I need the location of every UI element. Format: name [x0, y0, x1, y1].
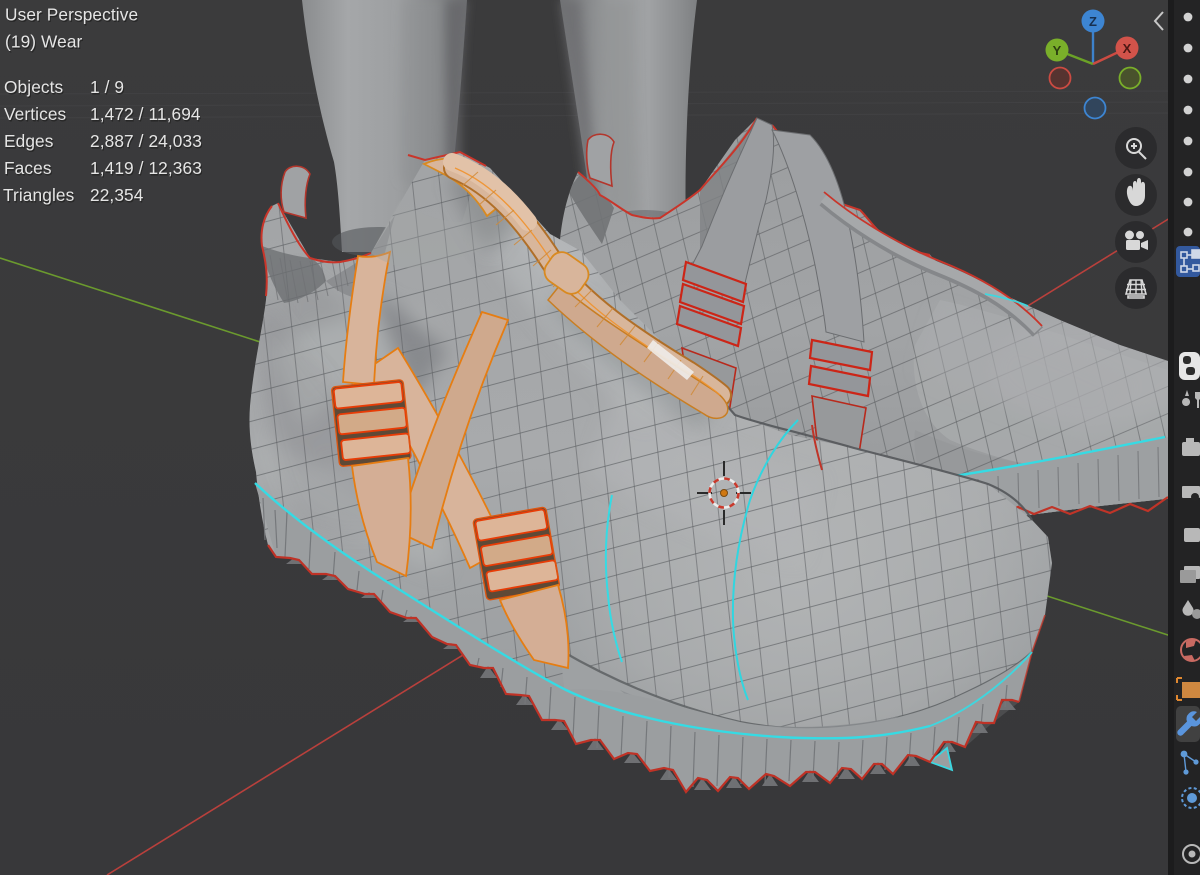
svg-text:Vertices: Vertices	[4, 104, 67, 124]
svg-text:Faces: Faces	[4, 158, 52, 178]
svg-text:Y: Y	[1053, 43, 1062, 58]
svg-text:2,887 / 24,033: 2,887 / 24,033	[90, 131, 202, 151]
svg-text:Edges: Edges	[4, 131, 54, 151]
svg-text:Triangles: Triangles	[3, 185, 75, 205]
svg-text:(19) Wear: (19) Wear	[5, 32, 83, 52]
svg-text:1,472 / 11,694: 1,472 / 11,694	[90, 104, 201, 124]
svg-text:X: X	[1123, 41, 1132, 56]
svg-text:Objects: Objects	[4, 77, 64, 97]
svg-text:22,354: 22,354	[90, 185, 144, 205]
svg-text:1 / 9: 1 / 9	[90, 77, 124, 97]
svg-text:Z: Z	[1089, 14, 1097, 29]
svg-text:User Perspective: User Perspective	[5, 5, 138, 25]
svg-text:1,419 / 12,363: 1,419 / 12,363	[90, 158, 202, 178]
